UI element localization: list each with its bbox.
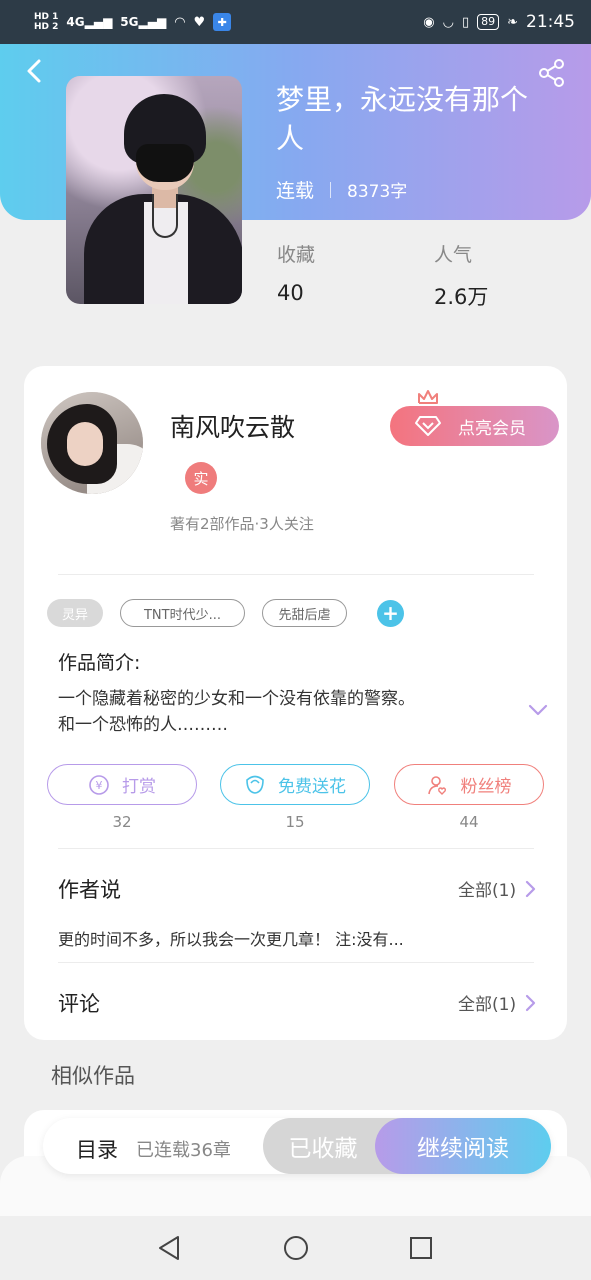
popularity-label: 人气: [434, 244, 473, 266]
vibrate-icon: ▯: [461, 14, 470, 30]
back-arrow-icon[interactable]: [22, 58, 48, 84]
chevron-down-icon[interactable]: [526, 700, 550, 720]
leaf-icon: ❧: [507, 14, 518, 30]
author-avatar[interactable]: [41, 392, 143, 494]
status-time: 21:45: [526, 12, 575, 32]
verified-badge: 实: [185, 462, 217, 494]
puzzle-icon: ✚: [213, 13, 232, 31]
nav-back-icon[interactable]: [156, 1234, 184, 1262]
heart-icon: ♥: [193, 14, 206, 30]
user-heart-icon: [427, 774, 449, 796]
nav-home-icon[interactable]: [282, 1234, 310, 1262]
book-cover[interactable]: [66, 76, 242, 304]
author-says-title: 作者说: [58, 878, 121, 902]
signal-icon-2: 5G▂▄▆: [120, 15, 167, 29]
svg-text:¥: ¥: [96, 779, 103, 792]
favorites-value: 40: [277, 281, 304, 305]
continue-reading-button[interactable]: 继续阅读: [375, 1118, 551, 1174]
fan-count: 44: [459, 813, 479, 831]
signal-icon: 4G▂▄▆: [66, 15, 113, 29]
author-note[interactable]: 更的时间不多，所以我会一次更几章！ 注:没有...: [58, 926, 404, 950]
author-meta: 著有2部作品·3人关注: [170, 515, 314, 533]
author-name[interactable]: 南风吹云散: [170, 408, 295, 444]
headphones-icon: ◡: [442, 14, 454, 30]
divider: [58, 962, 534, 963]
tip-count: 32: [112, 813, 132, 831]
word-count: 8373字: [347, 182, 408, 202]
nav-recents-icon[interactable]: [407, 1234, 435, 1262]
book-status-row: 连载 8373字: [276, 176, 407, 203]
intro-heading: 作品简介:: [58, 652, 141, 674]
share-icon[interactable]: [537, 58, 567, 88]
status-bar: HD 1 HD 2 4G▂▄▆ 5G▂▄▆ ◠ ♥ ✚ ◉ ◡ ▯ 89 ❧ 2…: [0, 0, 591, 44]
divider: [58, 848, 534, 849]
similar-works-heading: 相似作品: [51, 1064, 135, 1088]
tip-button[interactable]: ¥ 打赏: [47, 764, 197, 805]
chapter-count: 已连载36章: [136, 1140, 231, 1161]
book-title: 梦里，永远没有那个人: [276, 83, 529, 155]
eye-icon: ◉: [423, 14, 435, 30]
chevron-right-icon: [525, 880, 536, 897]
tag-item[interactable]: TNT时代少...: [120, 599, 245, 627]
favorites-label: 收藏: [277, 244, 316, 266]
comments-more-link[interactable]: 全部(1): [458, 990, 536, 1015]
flower-count: 15: [285, 813, 305, 831]
serial-status: 连载: [276, 180, 315, 202]
intro-text: 一个隐藏着秘密的少女和一个没有依靠的警察。 和一个恐怖的人………: [58, 689, 415, 735]
toc-button[interactable]: 目录: [76, 1134, 118, 1164]
yen-icon: ¥: [88, 774, 110, 796]
popularity-stat: 人气 2.6万: [434, 240, 488, 311]
battery-icon: 89: [477, 14, 500, 30]
favorites-stat: 收藏 40: [277, 240, 315, 305]
tag-item[interactable]: 先甜后虐: [262, 599, 347, 627]
popularity-value: 2.6万: [434, 285, 489, 309]
diamond-icon: [415, 416, 441, 436]
add-tag-button[interactable]: +: [377, 600, 404, 627]
crown-icon: [418, 390, 438, 404]
fan-ranking-button[interactable]: 粉丝榜: [394, 764, 544, 805]
divider: [58, 574, 534, 575]
tag-item[interactable]: 灵异: [47, 599, 103, 627]
chevron-right-icon: [525, 994, 536, 1011]
author-says-more-link[interactable]: 全部(1): [458, 876, 536, 901]
hd-indicator: HD 1 HD 2: [34, 12, 59, 32]
send-flower-button[interactable]: 免费送花: [220, 764, 370, 805]
comments-title: 评论: [58, 992, 100, 1016]
flower-icon: [244, 774, 266, 796]
wifi-icon: ◠: [174, 14, 186, 30]
